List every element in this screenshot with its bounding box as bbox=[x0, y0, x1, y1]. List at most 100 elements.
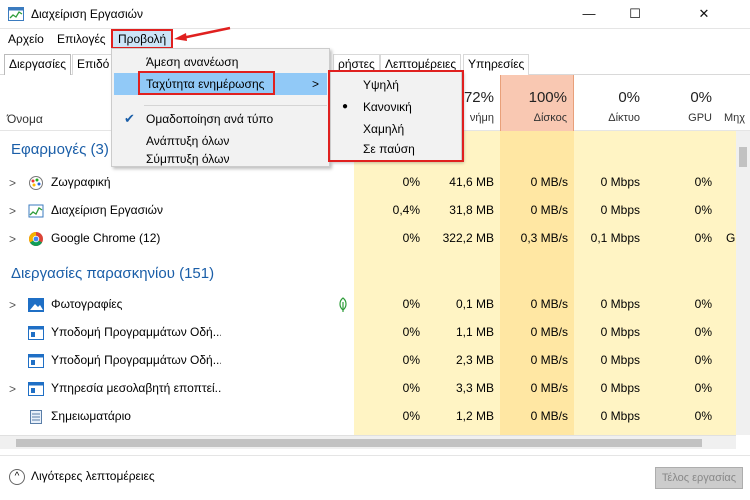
menu-file[interactable]: Αρχείο bbox=[2, 30, 50, 49]
minimize-button[interactable]: — bbox=[566, 0, 612, 29]
chrome-icon bbox=[29, 232, 43, 246]
title-bar: Διαχείριση Εργασιών — ☐ ✕ bbox=[0, 0, 750, 29]
app-window-icon bbox=[28, 382, 44, 396]
disk-value: 0 MB/s bbox=[530, 203, 568, 217]
cpu-value: 0% bbox=[402, 297, 420, 311]
memory-value: 322,2 MB bbox=[442, 231, 494, 245]
footer: ^ Λιγότερες λεπτομέρειες Τέλος εργασίας bbox=[0, 455, 750, 500]
vertical-scroll-thumb[interactable] bbox=[739, 147, 747, 167]
collapse-all-label: Σύμπτυξη όλων bbox=[146, 152, 230, 166]
update-speed-label: Ταχύτητα ενημέρωσης bbox=[146, 77, 265, 91]
disk-value: 0 MB/s bbox=[530, 175, 568, 189]
table-row[interactable]: Υποδομή Προγραμμάτων Οδή... 0% 2,3 MB 0 … bbox=[0, 347, 736, 375]
annotation-arrow-icon bbox=[174, 26, 231, 41]
menu-collapse-all[interactable]: Σύμπτυξη όλων bbox=[114, 152, 327, 166]
network-value: 0 Mbps bbox=[600, 175, 640, 189]
menu-update-speed[interactable]: Ταχύτητα ενημέρωσης > bbox=[114, 73, 327, 95]
radio-dot-icon: ● bbox=[342, 101, 349, 112]
menu-bar: Αρχείο Επιλογές Προβολή bbox=[0, 29, 750, 50]
menu-options[interactable]: Επιλογές bbox=[51, 30, 112, 49]
chevron-right-icon[interactable]: > bbox=[9, 176, 16, 190]
process-name: Διαχείριση Εργασιών bbox=[51, 203, 164, 217]
process-name: Υποδομή Προγραμμάτων Οδή... bbox=[51, 325, 221, 339]
table-row[interactable]: > Υπηρεσία μεσολαβητή εποπτεί... 0% 3,3 … bbox=[0, 375, 736, 403]
table-row[interactable]: > Ζωγραφική 0% 41,6 MB 0 MB/s 0 Mbps 0% bbox=[0, 169, 736, 197]
view-menu: Άμεση ανανέωση Ταχύτητα ενημέρωσης > ✔ Ομα… bbox=[111, 48, 330, 167]
speed-high-label: Υψηλή bbox=[363, 78, 399, 92]
tab-services[interactable]: Υπηρεσίες bbox=[463, 54, 530, 75]
menu-group-by-type[interactable]: ✔ Ομαδοποίηση ανά τύπο bbox=[114, 108, 327, 130]
gpu-value: 0% bbox=[694, 325, 712, 339]
table-row[interactable]: Υποδομή Προγραμμάτων Οδή... 0% 1,1 MB 0 … bbox=[0, 319, 736, 347]
gpu-engine-label: Μηχ bbox=[724, 112, 746, 124]
disk-label: Δίσκος bbox=[533, 112, 567, 124]
chevron-right-icon[interactable]: > bbox=[9, 382, 16, 396]
disk-value: 0 MB/s bbox=[530, 297, 568, 311]
network-value: 0 Mbps bbox=[600, 297, 640, 311]
table-row[interactable]: > Φωτογραφίες 0% 0,1 MB 0 MB/s 0 Mbps 0% bbox=[0, 291, 736, 319]
network-label: Δίκτυο bbox=[608, 112, 640, 124]
process-name: Google Chrome (12) bbox=[51, 231, 161, 245]
disk-pct: 100% bbox=[528, 89, 567, 106]
table-row[interactable]: > Google Chrome (12) 0% 322,2 MB 0,3 MB/… bbox=[0, 225, 736, 253]
chevron-right-icon[interactable]: > bbox=[9, 204, 16, 218]
tab-processes[interactable]: Διεργασίες bbox=[4, 54, 71, 75]
gpu-value: 0% bbox=[694, 409, 712, 423]
col-network[interactable]: 0% Δίκτυο bbox=[574, 75, 646, 131]
leaf-icon bbox=[339, 297, 347, 312]
disk-value: 0 MB/s bbox=[530, 325, 568, 339]
cpu-value: 0% bbox=[402, 381, 420, 395]
menu-view[interactable]: Προβολή bbox=[111, 30, 174, 49]
col-gpu[interactable]: 0% GPU bbox=[646, 75, 718, 131]
refresh-now-label: Άμεση ανανέωση bbox=[146, 55, 239, 69]
memory-value: 31,8 MB bbox=[449, 203, 494, 217]
gpu-value: 0% bbox=[694, 297, 712, 311]
app-window-icon bbox=[28, 326, 44, 340]
task-manager-icon bbox=[8, 7, 24, 21]
chevron-right-icon[interactable]: > bbox=[9, 232, 16, 246]
memory-value: 41,6 MB bbox=[449, 175, 494, 189]
disk-value: 0 MB/s bbox=[530, 353, 568, 367]
network-value: 0 Mbps bbox=[600, 381, 640, 395]
close-button[interactable]: ✕ bbox=[658, 0, 750, 29]
speed-normal-label: Κανονική bbox=[363, 100, 412, 114]
gpu-value: 0% bbox=[694, 381, 712, 395]
maximize-button[interactable]: ☐ bbox=[612, 0, 658, 29]
chevron-up-icon: ^ bbox=[9, 469, 25, 485]
vertical-scrollbar[interactable] bbox=[736, 131, 750, 435]
process-list: Εφαρμογές (3) > Ζωγραφική 0% 41,6 MB 0 M… bbox=[0, 131, 736, 435]
memory-value: 1,2 MB bbox=[455, 409, 494, 423]
col-gpu-engine[interactable]: Μηχ bbox=[718, 75, 750, 131]
section-background-title: Διεργασίες παρασκηνίου (151) bbox=[11, 265, 215, 282]
chevron-right-icon[interactable]: > bbox=[9, 298, 16, 312]
checkmark-icon: ✔ bbox=[124, 111, 135, 126]
network-value: 0,1 Mbps bbox=[590, 231, 640, 245]
speed-low[interactable]: Χαμηλή bbox=[333, 118, 459, 140]
menu-expand-all[interactable]: Ανάπτυξη όλων bbox=[114, 130, 327, 152]
tab-performance[interactable]: Επιδό bbox=[72, 54, 112, 75]
speed-paused[interactable]: Σε παύση bbox=[333, 140, 459, 158]
process-name: Φωτογραφίες bbox=[51, 297, 123, 311]
disk-value: 0 MB/s bbox=[530, 409, 568, 423]
process-name: Υπηρεσία μεσολαβητή εποπτεί... bbox=[51, 381, 221, 395]
gpu-value: 0% bbox=[694, 203, 712, 217]
end-task-button[interactable]: Τέλος εργασίας bbox=[655, 467, 743, 489]
memory-value: 3,3 MB bbox=[455, 381, 494, 395]
fewer-details-label: Λιγότερες λεπτομέρειες bbox=[31, 469, 155, 484]
horizontal-scroll-thumb[interactable] bbox=[16, 439, 702, 447]
cpu-value: 0,4% bbox=[392, 203, 420, 217]
horizontal-scrollbar[interactable] bbox=[0, 435, 736, 449]
col-name[interactable]: Όνομα bbox=[7, 112, 43, 126]
menu-refresh-now[interactable]: Άμεση ανανέωση bbox=[114, 51, 327, 73]
fewer-details-button[interactable]: ^ Λιγότερες λεπτομέρειες bbox=[9, 469, 155, 485]
menu-separator bbox=[144, 105, 327, 106]
speed-high[interactable]: Υψηλή bbox=[333, 74, 459, 96]
photos-icon bbox=[28, 298, 44, 312]
expand-all-label: Ανάπτυξη όλων bbox=[146, 134, 230, 148]
gpu-pct: 0% bbox=[690, 89, 712, 106]
speed-low-label: Χαμηλή bbox=[363, 122, 405, 136]
speed-normal[interactable]: ● Κανονική bbox=[333, 96, 459, 118]
col-disk[interactable]: 100% Δίσκος bbox=[500, 75, 574, 131]
table-row[interactable]: Σημειωματάριο 0% 1,2 MB 0 MB/s 0 Mbps 0% bbox=[0, 403, 736, 431]
table-row[interactable]: > Διαχείριση Εργασιών 0,4% 31,8 MB 0 MB/… bbox=[0, 197, 736, 225]
